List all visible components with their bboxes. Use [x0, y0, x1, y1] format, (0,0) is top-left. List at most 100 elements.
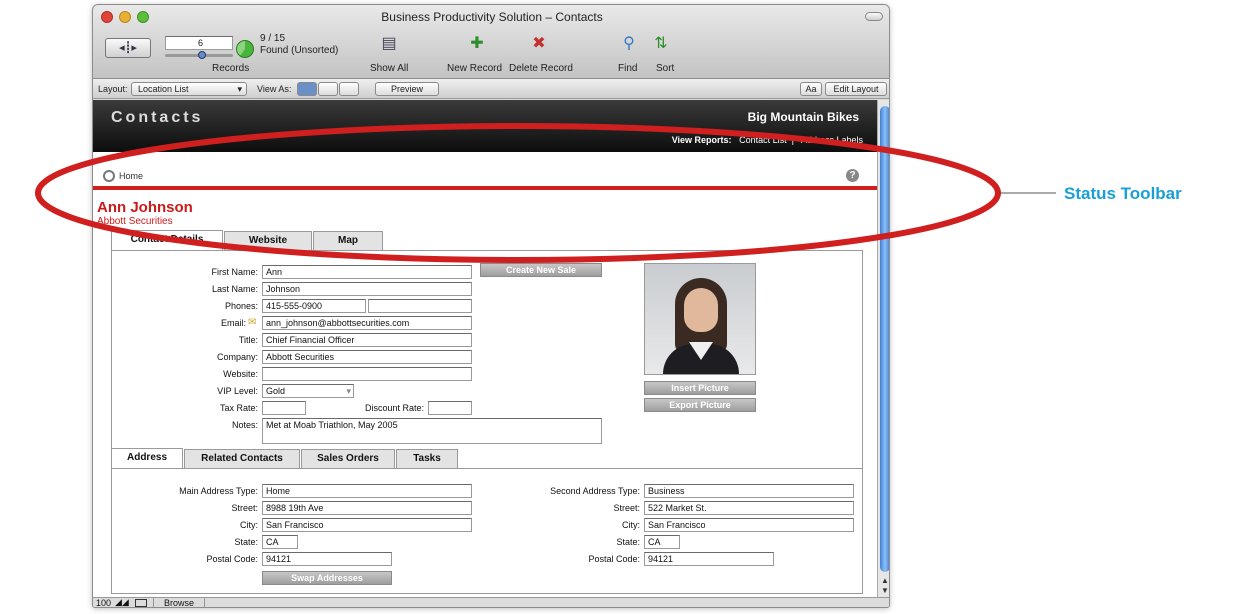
contact-details-panel: First Name: Ann Last Name: Johnson Phone… — [111, 250, 863, 594]
email-label: Email: — [220, 318, 246, 328]
zoom-level[interactable]: 100 — [96, 598, 111, 607]
layout-select-value: Location List — [138, 84, 189, 94]
city-2-field[interactable]: San Francisco — [644, 518, 854, 532]
postal-code-field[interactable]: 94121 — [262, 552, 392, 566]
chevron-down-icon: ▾ — [346, 386, 351, 396]
website-field[interactable] — [262, 367, 472, 381]
swap-addresses-button[interactable]: Swap Addresses — [262, 571, 392, 585]
address-labels-link[interactable]: Address Labels — [801, 135, 863, 145]
state-field[interactable]: CA — [262, 535, 298, 549]
phone-field[interactable]: 415-555-0900 — [262, 299, 366, 313]
preview-button[interactable]: Preview — [375, 82, 439, 96]
mode-indicator[interactable]: Browse — [153, 598, 206, 607]
edit-layout-button[interactable]: Edit Layout — [825, 82, 887, 96]
window-title: Business Productivity Solution – Contact… — [381, 10, 603, 24]
vip-level-select[interactable]: Gold ▾ — [262, 384, 354, 398]
help-icon[interactable]: ? — [846, 169, 859, 182]
view-reports-nav: View Reports: Contact List | Address Lab… — [671, 135, 863, 145]
postal-code-2-label: Postal Code: — [588, 554, 640, 564]
subtab-address[interactable]: Address — [111, 448, 183, 468]
city-field[interactable]: San Francisco — [262, 518, 472, 532]
status-toolbar-toggle-icon[interactable] — [135, 599, 147, 607]
phones-label: Phones: — [224, 301, 258, 311]
table-view-button[interactable] — [339, 82, 359, 96]
contact-name: Ann Johnson — [97, 199, 193, 216]
title-field[interactable]: Chief Financial Officer — [262, 333, 472, 347]
sort-icon[interactable]: ⇅ — [651, 34, 671, 54]
new-record-button[interactable]: New Record — [447, 63, 502, 74]
delete-record-button[interactable]: Delete Record — [509, 63, 573, 74]
scroll-up-icon[interactable]: ▲ — [881, 576, 889, 585]
layout-bar: Layout: Location List ▾ View As: Preview… — [93, 79, 889, 99]
book-navigator[interactable]: ◂┋▸ — [105, 38, 151, 58]
phone-field-2[interactable] — [368, 299, 472, 313]
toolbar-toggle-button[interactable] — [865, 12, 883, 21]
show-all-button[interactable]: Show All — [370, 63, 408, 74]
discount-rate-field[interactable] — [428, 401, 472, 415]
found-set-pie-icon — [236, 40, 254, 58]
city-label: City: — [240, 520, 258, 530]
bottom-status-bar: 100 ◢◢ Browse — [93, 597, 889, 607]
company-label: Company: — [216, 352, 258, 362]
tax-rate-field[interactable] — [262, 401, 306, 415]
first-name-label: First Name: — [211, 267, 258, 277]
vertical-scrollbar[interactable]: ▲ ▼ — [877, 100, 889, 597]
postal-code-label: Postal Code: — [206, 554, 258, 564]
state-label: State: — [234, 537, 258, 547]
scrollbar-thumb[interactable] — [880, 106, 889, 572]
subtab-tasks[interactable]: Tasks — [396, 449, 458, 468]
scroll-down-icon[interactable]: ▼ — [881, 586, 889, 595]
new-record-icon[interactable]: ✚ — [467, 34, 487, 54]
email-field[interactable]: ann_johnson@abbottsecurities.com — [262, 316, 472, 330]
text-formatting-button[interactable]: Aa — [800, 82, 822, 96]
create-new-sale-button[interactable]: Create New Sale — [480, 263, 602, 277]
second-address-type-field[interactable]: Business — [644, 484, 854, 498]
send-email-icon[interactable]: ✉ — [248, 317, 256, 328]
tab-contact-details[interactable]: Contact Details — [111, 230, 223, 250]
subtab-related-contacts[interactable]: Related Contacts — [184, 449, 300, 468]
state-2-label: State: — [616, 537, 640, 547]
notes-field[interactable]: Met at Moab Triathlon, May 2005 — [262, 418, 602, 444]
tab-map[interactable]: Map — [313, 231, 383, 250]
city-2-label: City: — [622, 520, 640, 530]
layout-content: Contacts Big Mountain Bikes View Reports… — [93, 100, 877, 597]
view-as-label: View As: — [257, 84, 292, 94]
form-view-button[interactable] — [297, 82, 317, 96]
street-2-label: Street: — [613, 503, 640, 513]
sort-button[interactable]: Sort — [656, 63, 674, 74]
contact-list-link[interactable]: Contact List — [739, 135, 787, 145]
home-link[interactable]: Home — [119, 171, 143, 181]
header-title: Contacts — [111, 109, 204, 126]
record-slider[interactable] — [165, 51, 233, 59]
app-window: Business Productivity Solution – Contact… — [92, 4, 890, 608]
second-address-type-label: Second Address Type: — [550, 486, 640, 496]
first-name-field[interactable]: Ann — [262, 265, 472, 279]
tax-rate-label: Tax Rate: — [219, 403, 258, 413]
tab-website[interactable]: Website — [224, 231, 312, 250]
company-field[interactable]: Abbott Securities — [262, 350, 472, 364]
show-all-icon[interactable]: ▤ — [379, 34, 399, 54]
find-button[interactable]: Find — [618, 63, 637, 74]
find-magnifier-icon[interactable]: ⚲ — [619, 34, 639, 54]
delete-record-icon[interactable]: ✖ — [529, 34, 549, 54]
street-field[interactable]: 8988 19th Ave — [262, 501, 472, 515]
main-address-type-field[interactable]: Home — [262, 484, 472, 498]
next-record-icon[interactable]: ▸ — [131, 42, 137, 54]
street-label: Street: — [231, 503, 258, 513]
last-name-label: Last Name: — [211, 284, 258, 294]
record-slider-thumb[interactable] — [198, 51, 206, 59]
website-label: Website: — [223, 369, 258, 379]
export-picture-button[interactable]: Export Picture — [644, 398, 756, 412]
insert-picture-button[interactable]: Insert Picture — [644, 381, 756, 395]
last-name-field[interactable]: Johnson — [262, 282, 472, 296]
record-number-field[interactable]: 6 — [165, 36, 233, 50]
state-2-field[interactable]: CA — [644, 535, 680, 549]
layout-select[interactable]: Location List ▾ — [131, 82, 247, 96]
postal-code-2-field[interactable]: 94121 — [644, 552, 774, 566]
subtab-sales-orders[interactable]: Sales Orders — [301, 449, 395, 468]
layout-label: Layout: — [98, 84, 128, 94]
list-view-button[interactable] — [318, 82, 338, 96]
street-2-field[interactable]: 522 Market St. — [644, 501, 854, 515]
zoom-controls-icon[interactable]: ◢◢ — [115, 597, 129, 607]
home-icon[interactable] — [103, 170, 115, 182]
